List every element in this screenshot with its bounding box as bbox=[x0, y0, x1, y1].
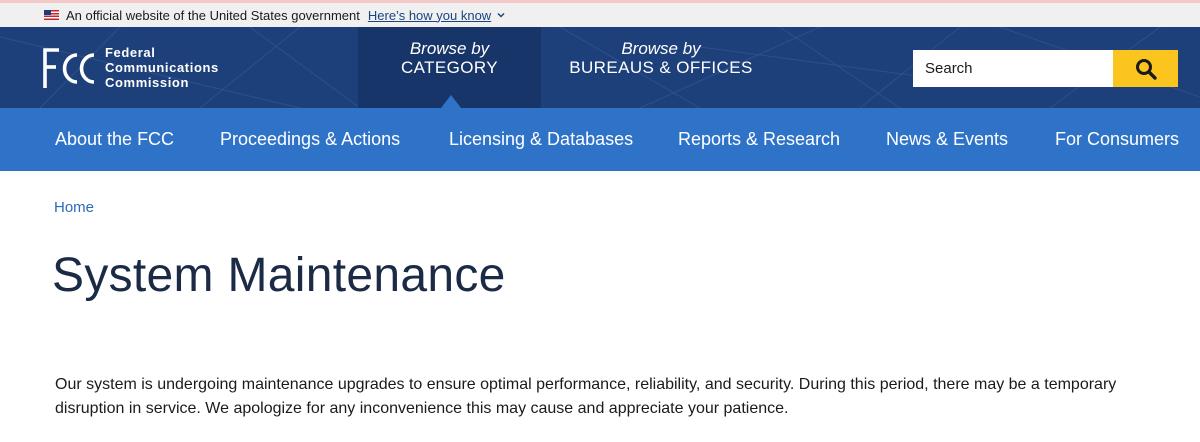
browse-by-category-big: CATEGORY bbox=[400, 58, 499, 77]
main-nav: About the FCC Proceedings & Actions Lice… bbox=[0, 108, 1200, 171]
fcc-logo[interactable]: Federal Communications Commission bbox=[42, 45, 219, 90]
browse-by-category-small: Browse by bbox=[409, 39, 490, 58]
browse-by-bureaus-small: Browse by bbox=[621, 39, 701, 58]
heres-how-you-know-link[interactable]: Here’s how you know bbox=[368, 8, 506, 23]
fcc-logo-icon bbox=[43, 47, 95, 88]
site-header: Federal Communications Commission Browse… bbox=[0, 27, 1200, 108]
logo-line-commission: Commission bbox=[105, 75, 190, 90]
nav-item-proceedings[interactable]: Proceedings & Actions bbox=[220, 108, 400, 171]
nav-item-consumers[interactable]: For Consumers bbox=[1055, 108, 1179, 171]
browse-by-bureaus-big: BUREAUS & OFFICES bbox=[569, 58, 753, 77]
active-browse-caret-icon bbox=[441, 95, 461, 108]
chevron-down-icon bbox=[497, 12, 505, 18]
search-input[interactable] bbox=[913, 50, 1113, 87]
nav-item-news[interactable]: News & Events bbox=[886, 108, 1008, 171]
browse-by-bureaus-button[interactable]: Browse by BUREAUS & OFFICES bbox=[541, 27, 781, 108]
maintenance-message: Our system is undergoing maintenance upg… bbox=[55, 376, 1117, 417]
gov-banner-text: An official website of the United States… bbox=[66, 7, 360, 23]
search-button[interactable] bbox=[1113, 50, 1178, 87]
nav-item-reports[interactable]: Reports & Research bbox=[678, 108, 840, 171]
fcc-logo-text: Federal Communications Commission bbox=[105, 45, 219, 90]
nav-item-about[interactable]: About the FCC bbox=[55, 108, 174, 171]
heres-how-you-know-label: Here’s how you know bbox=[367, 7, 492, 23]
search-icon bbox=[1135, 58, 1157, 80]
search-form bbox=[913, 50, 1178, 87]
gov-banner: An official website of the United States… bbox=[0, 0, 1200, 27]
page-title: System Maintenance bbox=[52, 249, 506, 302]
breadcrumb-home-link[interactable]: Home bbox=[54, 199, 94, 216]
nav-item-licensing[interactable]: Licensing & Databases bbox=[449, 108, 633, 171]
us-flag-icon bbox=[44, 10, 59, 20]
logo-line-communications: Communications bbox=[105, 60, 219, 75]
logo-line-federal: Federal bbox=[105, 45, 156, 60]
